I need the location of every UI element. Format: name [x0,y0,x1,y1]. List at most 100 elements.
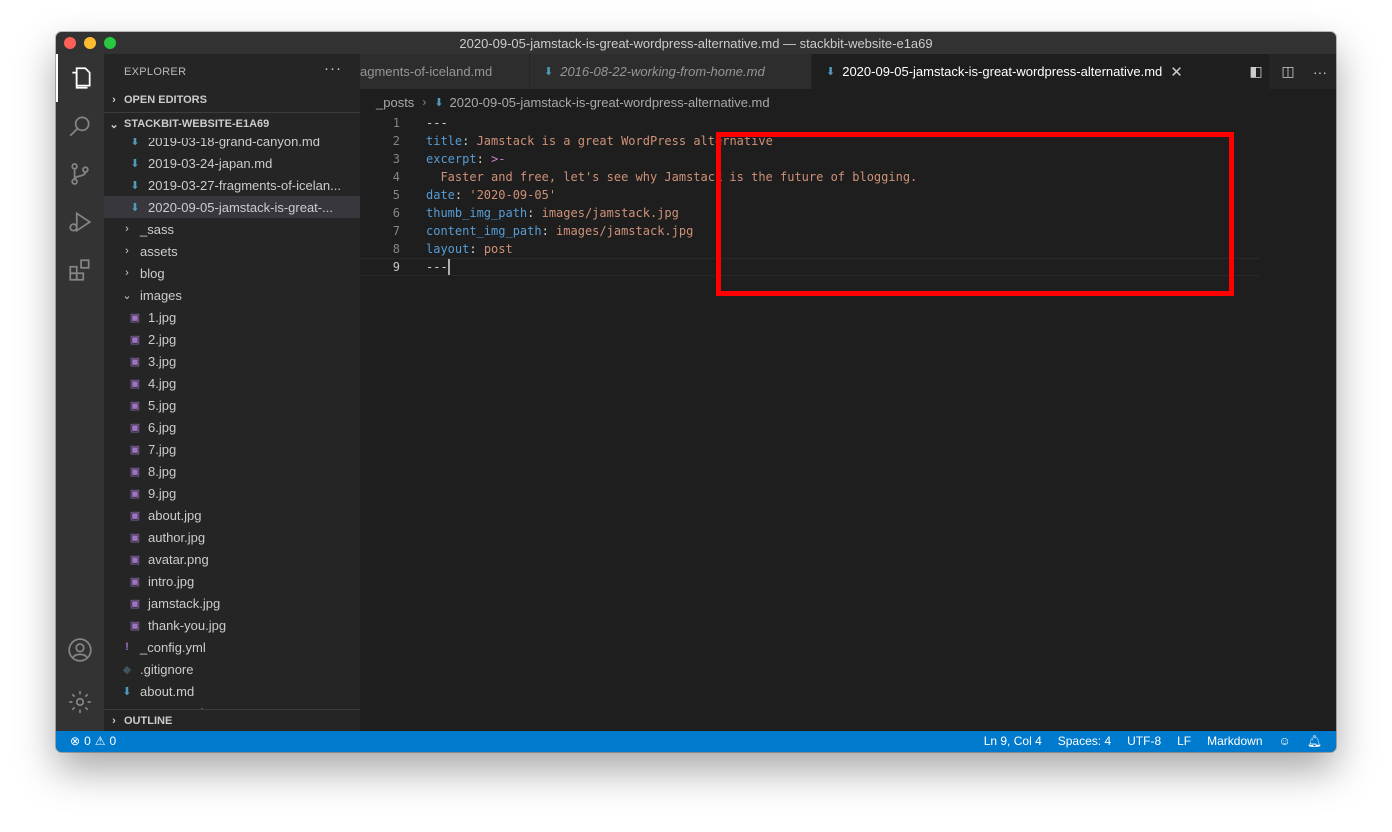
tree-item[interactable]: ▣ thank-you.jpg [104,614,360,636]
markdown-icon: ⬇ [122,685,132,698]
tree-item[interactable]: ▣ 6.jpg [104,416,360,438]
files-icon[interactable] [56,54,104,102]
image-icon: ▣ [129,509,141,522]
chevron-down-icon: ⌄ [122,289,132,302]
tree-item[interactable]: ▣ 2.jpg [104,328,360,350]
markdown-icon: ⬇ [130,138,140,148]
tree-item-label: intro.jpg [148,573,195,589]
close-tab-icon[interactable]: ✕ [1170,63,1183,81]
search-icon[interactable] [56,102,104,150]
code-token: --- [426,116,448,130]
encoding[interactable]: UTF-8 [1127,734,1161,748]
end-of-line[interactable]: LF [1177,734,1191,748]
indentation[interactable]: Spaces: 4 [1058,734,1111,748]
tree-item[interactable]: ! _config.yml [104,636,360,658]
tree-item-label: 7.jpg [148,441,177,457]
line-number: 8 [392,242,400,256]
code-token: layout [426,242,470,256]
markdown-icon: ⬇ [826,66,836,78]
tree-item[interactable]: ◆ .gitignore [104,658,360,680]
run-debug-icon[interactable] [56,198,104,246]
tree-item[interactable]: ▣ 7.jpg [104,438,360,460]
tree-item[interactable]: › assets [104,240,360,262]
split-editor-icon[interactable]: ◫ [1272,63,1304,80]
code-token: date [426,188,455,202]
source-control-icon[interactable] [56,150,104,198]
code-token: : [454,188,470,202]
tree-item[interactable]: ▣ 8.jpg [104,460,360,482]
code-token: >- [491,152,506,166]
tree-item-label: _sass [140,221,174,237]
markdown-icon: ⬇ [130,179,140,192]
chevron-right-icon: › [125,245,129,257]
tree-item[interactable]: ▣ avatar.png [104,548,360,570]
tree-item-label: 2019-03-24-japan.md [148,155,273,171]
outline-label: OUTLINE [124,715,173,727]
tree-item[interactable]: ▣ 5.jpg [104,394,360,416]
more-actions-icon[interactable]: ··· [324,60,342,77]
tree-item[interactable]: ⬇ about.md [104,680,360,702]
more-actions-icon[interactable]: ··· [1304,64,1336,80]
image-icon: ▣ [129,355,141,368]
code-token: : [476,152,492,166]
tree-item[interactable]: › blog [104,262,360,284]
outline-section[interactable]: › OUTLINE [104,709,360,731]
tree-item-label: .gitignore [140,661,194,677]
tree-item[interactable]: ⬇ 2019-03-24-japan.md [104,152,360,174]
cursor-position[interactable]: Ln 9, Col 4 [984,734,1042,748]
git-icon: ◆ [122,663,132,676]
tree-item-label: 8.jpg [148,463,177,479]
activity-bar [56,54,104,731]
tab-label: agments-of-iceland.md [360,64,493,79]
tree-item-label: 9.jpg [148,485,177,501]
image-icon: ▣ [129,465,141,478]
error-icon: ⊗ [70,734,81,748]
code-token: title [426,134,463,148]
tab-label: 2020-09-05-jamstack-is-great-wordpress-a… [842,64,1163,79]
editor-tab[interactable]: agments-of-iceland.md [360,54,530,89]
yaml-icon: ! [125,641,129,653]
open-preview-icon[interactable]: ◧ [1240,63,1272,80]
tree-item[interactable]: ▣ jamstack.jpg [104,592,360,614]
code-token: --- [426,260,448,274]
tree-item-label: assets [140,243,178,259]
image-icon: ▣ [129,575,141,588]
code-token: images/jamstack.jpg [541,206,679,220]
explorer-title: EXPLORER [124,66,187,78]
tree-item[interactable]: ▣ author.jpg [104,526,360,548]
editor-tab[interactable]: ⬇ 2020-09-05-jamstack-is-great-wordpress-… [812,54,1270,89]
account-icon[interactable] [56,626,104,674]
explorer-header: EXPLORER ··· [104,54,360,89]
notifications-bell-icon[interactable]: 🔔︎ [1307,734,1322,748]
feedback-icon[interactable]: ☺ [1279,734,1291,748]
breadcrumb-folder[interactable]: _posts [376,95,414,110]
error-count: 0 [84,734,91,748]
code-token: images/jamstack.jpg [556,224,694,238]
tree-item[interactable]: ▣ 1.jpg [104,306,360,328]
tree-item[interactable]: ▣ 9.jpg [104,482,360,504]
tree-item[interactable]: ▣ intro.jpg [104,570,360,592]
tree-item[interactable]: ⌄ images [104,284,360,306]
project-section[interactable]: ⌄ STACKBIT-WEBSITE-E1A69 [104,112,360,135]
tree-item[interactable]: ▣ about.jpg [104,504,360,526]
problems-indicator[interactable]: ⊗ 0 ⚠ 0 [70,734,116,748]
markdown-icon: ⬇ [434,96,444,109]
tree-item[interactable]: ⬇ 2019-03-18-grand-canyon.md [104,138,360,152]
chevron-right-icon: › [112,715,116,727]
tree-item[interactable]: ⬇ 2019-03-27-fragments-of-icelan... [104,174,360,196]
editor-tab[interactable]: ⬇ 2016-08-22-working-from-home.md [530,54,812,89]
tree-item[interactable]: ▣ 3.jpg [104,350,360,372]
line-number: 3 [392,152,400,166]
open-editors-section[interactable]: › OPEN EDITORS [104,89,360,111]
language-mode[interactable]: Markdown [1207,734,1262,748]
tree-item[interactable]: ▣ 4.jpg [104,372,360,394]
chevron-right-icon: › [125,267,129,279]
tree-item[interactable]: ⬇ 2020-09-05-jamstack-is-great-... [104,196,360,218]
tree-item-label: 2019-03-27-fragments-of-icelan... [148,177,341,193]
tree-item[interactable]: › _sass [104,218,360,240]
tree-item-label: 3.jpg [148,353,177,369]
extensions-icon[interactable] [56,246,104,294]
settings-gear-icon[interactable] [56,678,104,726]
open-editors-label: OPEN EDITORS [124,94,207,106]
breadcrumb-file[interactable]: 2020-09-05-jamstack-is-great-wordpress-a… [450,95,770,110]
